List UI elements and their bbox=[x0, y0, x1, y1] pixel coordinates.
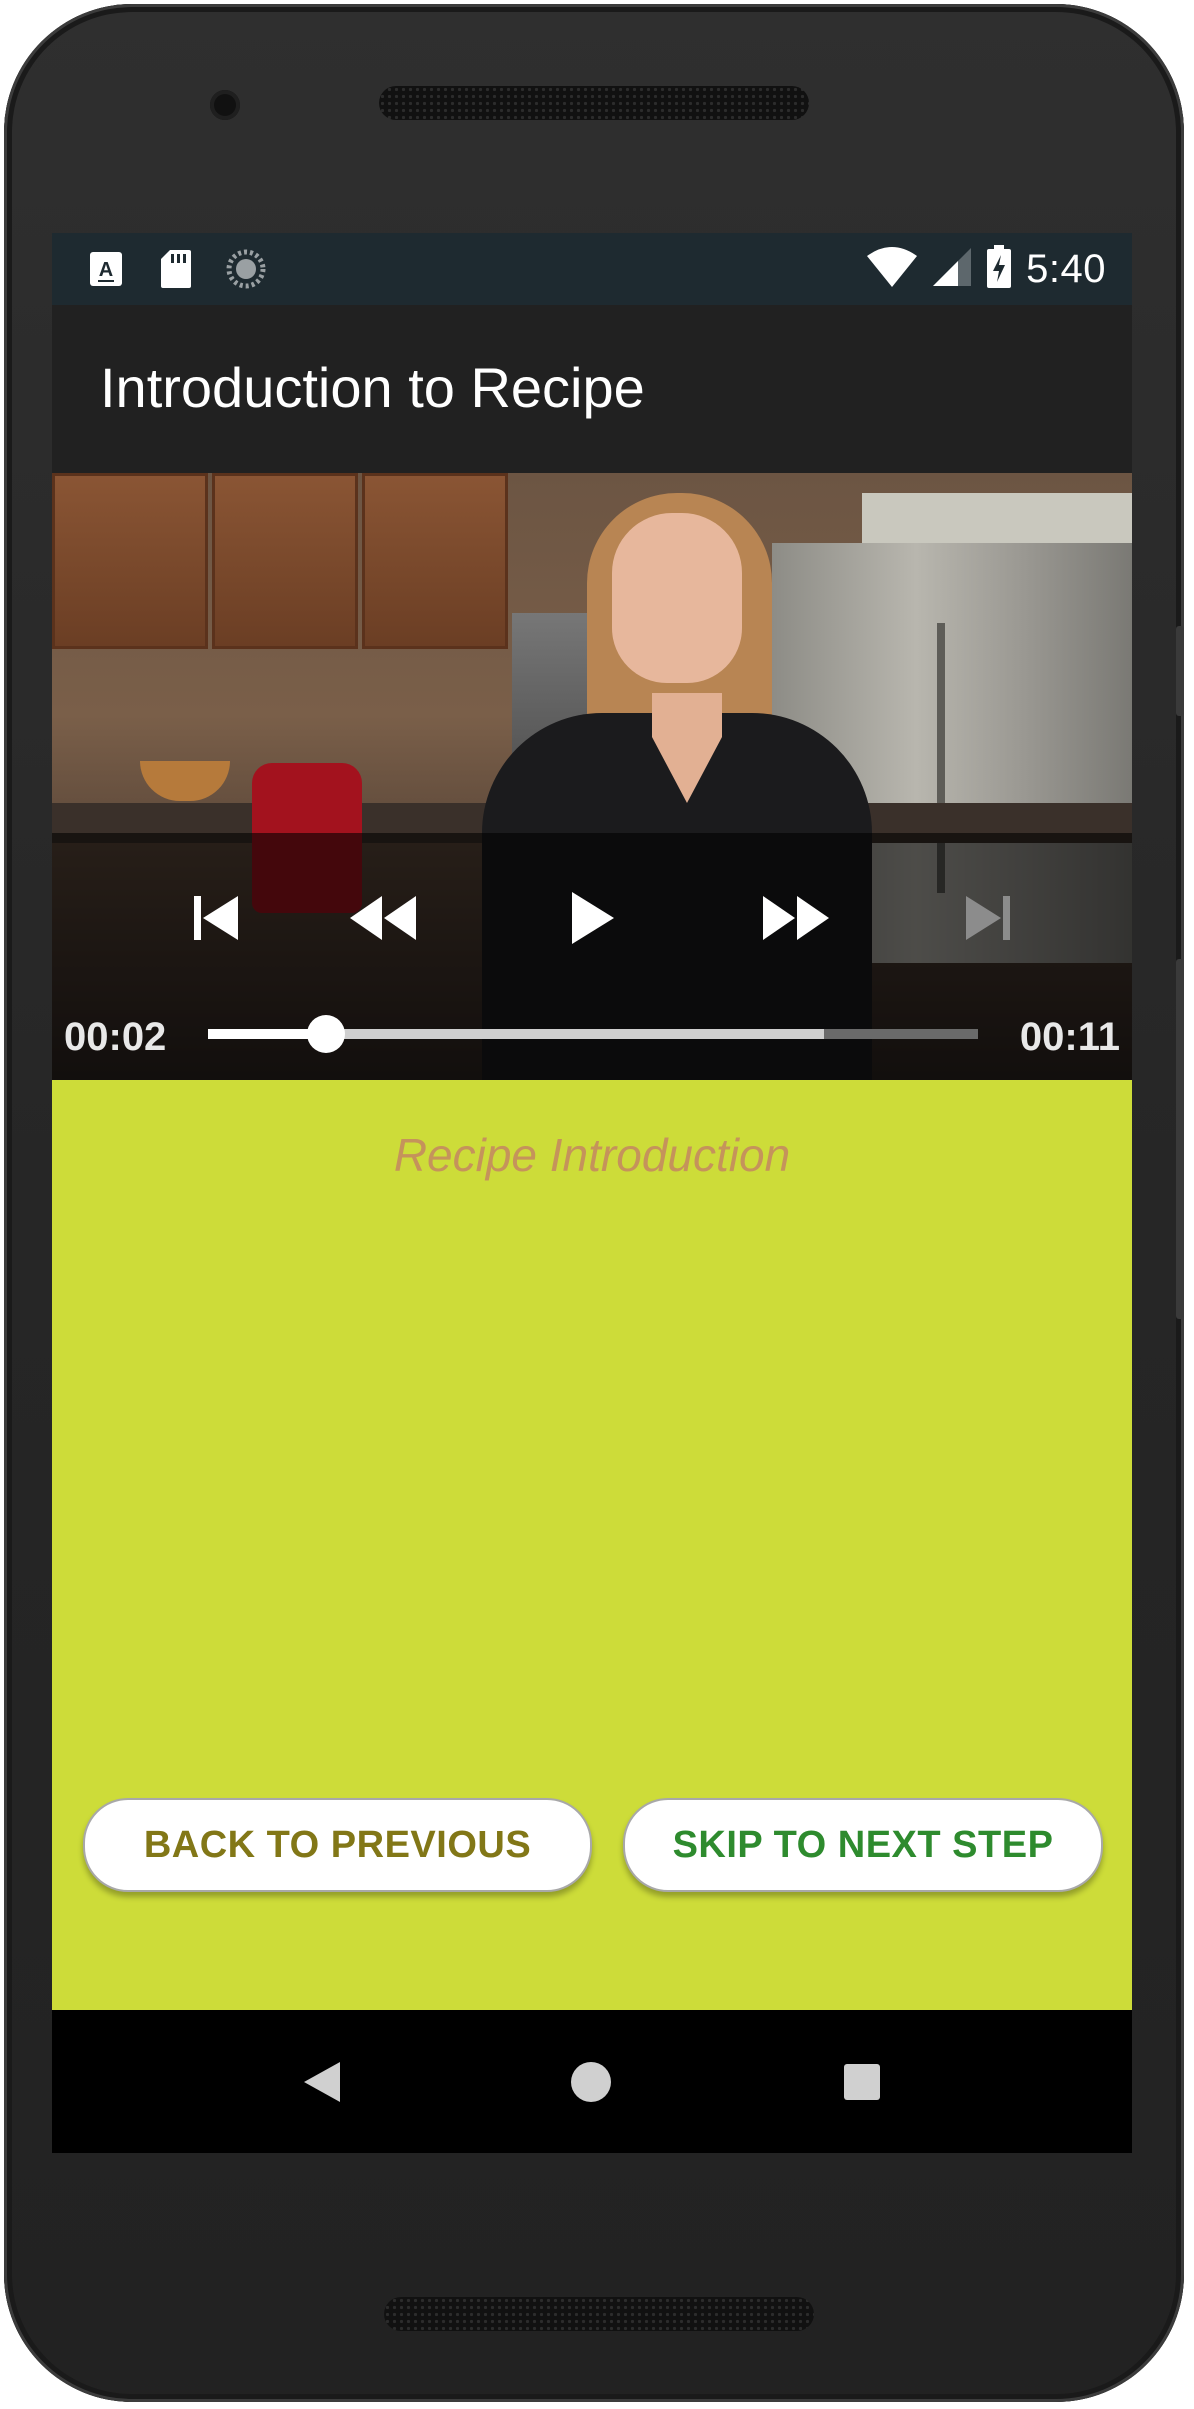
back-icon[interactable] bbox=[290, 2050, 354, 2114]
page-title: Introduction to Recipe bbox=[100, 356, 645, 419]
screen: A 5:40 Introduction to Recipe 00:02 00:1… bbox=[52, 233, 1132, 2153]
battery-charging-icon bbox=[986, 245, 1012, 294]
video-scene-presenter-face bbox=[612, 513, 742, 683]
status-bar: A 5:40 bbox=[52, 233, 1132, 305]
recents-icon[interactable] bbox=[830, 2050, 894, 2114]
next-icon[interactable] bbox=[944, 874, 1032, 962]
seek-bar[interactable] bbox=[208, 1015, 978, 1053]
previous-icon[interactable] bbox=[172, 874, 260, 962]
video-scene-cabinet bbox=[212, 473, 358, 649]
wifi-icon bbox=[866, 246, 918, 293]
back-to-previous-button[interactable]: BACK TO PREVIOUS bbox=[83, 1798, 592, 1892]
front-camera bbox=[210, 90, 240, 120]
step-content: Recipe Introduction BACK TO PREVIOUS SKI… bbox=[52, 1080, 1132, 2010]
status-clock: 5:40 bbox=[1026, 247, 1106, 291]
current-position: 00:02 bbox=[64, 1015, 167, 1059]
power-button bbox=[1176, 626, 1184, 716]
video-player[interactable]: 00:02 00:11 bbox=[52, 473, 1132, 1080]
navigation-bar bbox=[52, 2010, 1132, 2153]
duration: 00:11 bbox=[1019, 1015, 1120, 1059]
a-notification-icon: A bbox=[86, 249, 126, 289]
earpiece-speaker bbox=[379, 86, 809, 120]
video-scene-cabinet bbox=[52, 473, 208, 649]
play-icon[interactable] bbox=[548, 874, 636, 962]
sync-icon bbox=[226, 249, 266, 289]
home-icon[interactable] bbox=[559, 2050, 623, 2114]
rewind-icon[interactable] bbox=[339, 874, 427, 962]
volume-button bbox=[1176, 959, 1184, 1319]
skip-to-next-step-button[interactable]: SKIP TO NEXT STEP bbox=[623, 1798, 1103, 1892]
step-description: Recipe Introduction bbox=[393, 1129, 791, 1181]
signal-icon bbox=[932, 247, 972, 292]
video-scene-cabinet bbox=[362, 473, 508, 649]
app-bar: Introduction to Recipe bbox=[52, 305, 1132, 473]
sd-card-icon bbox=[156, 249, 196, 289]
svg-text:A: A bbox=[99, 259, 113, 281]
seek-handle[interactable] bbox=[306, 1015, 345, 1053]
bottom-speaker bbox=[384, 2297, 814, 2331]
fast-forward-icon[interactable] bbox=[752, 874, 840, 962]
